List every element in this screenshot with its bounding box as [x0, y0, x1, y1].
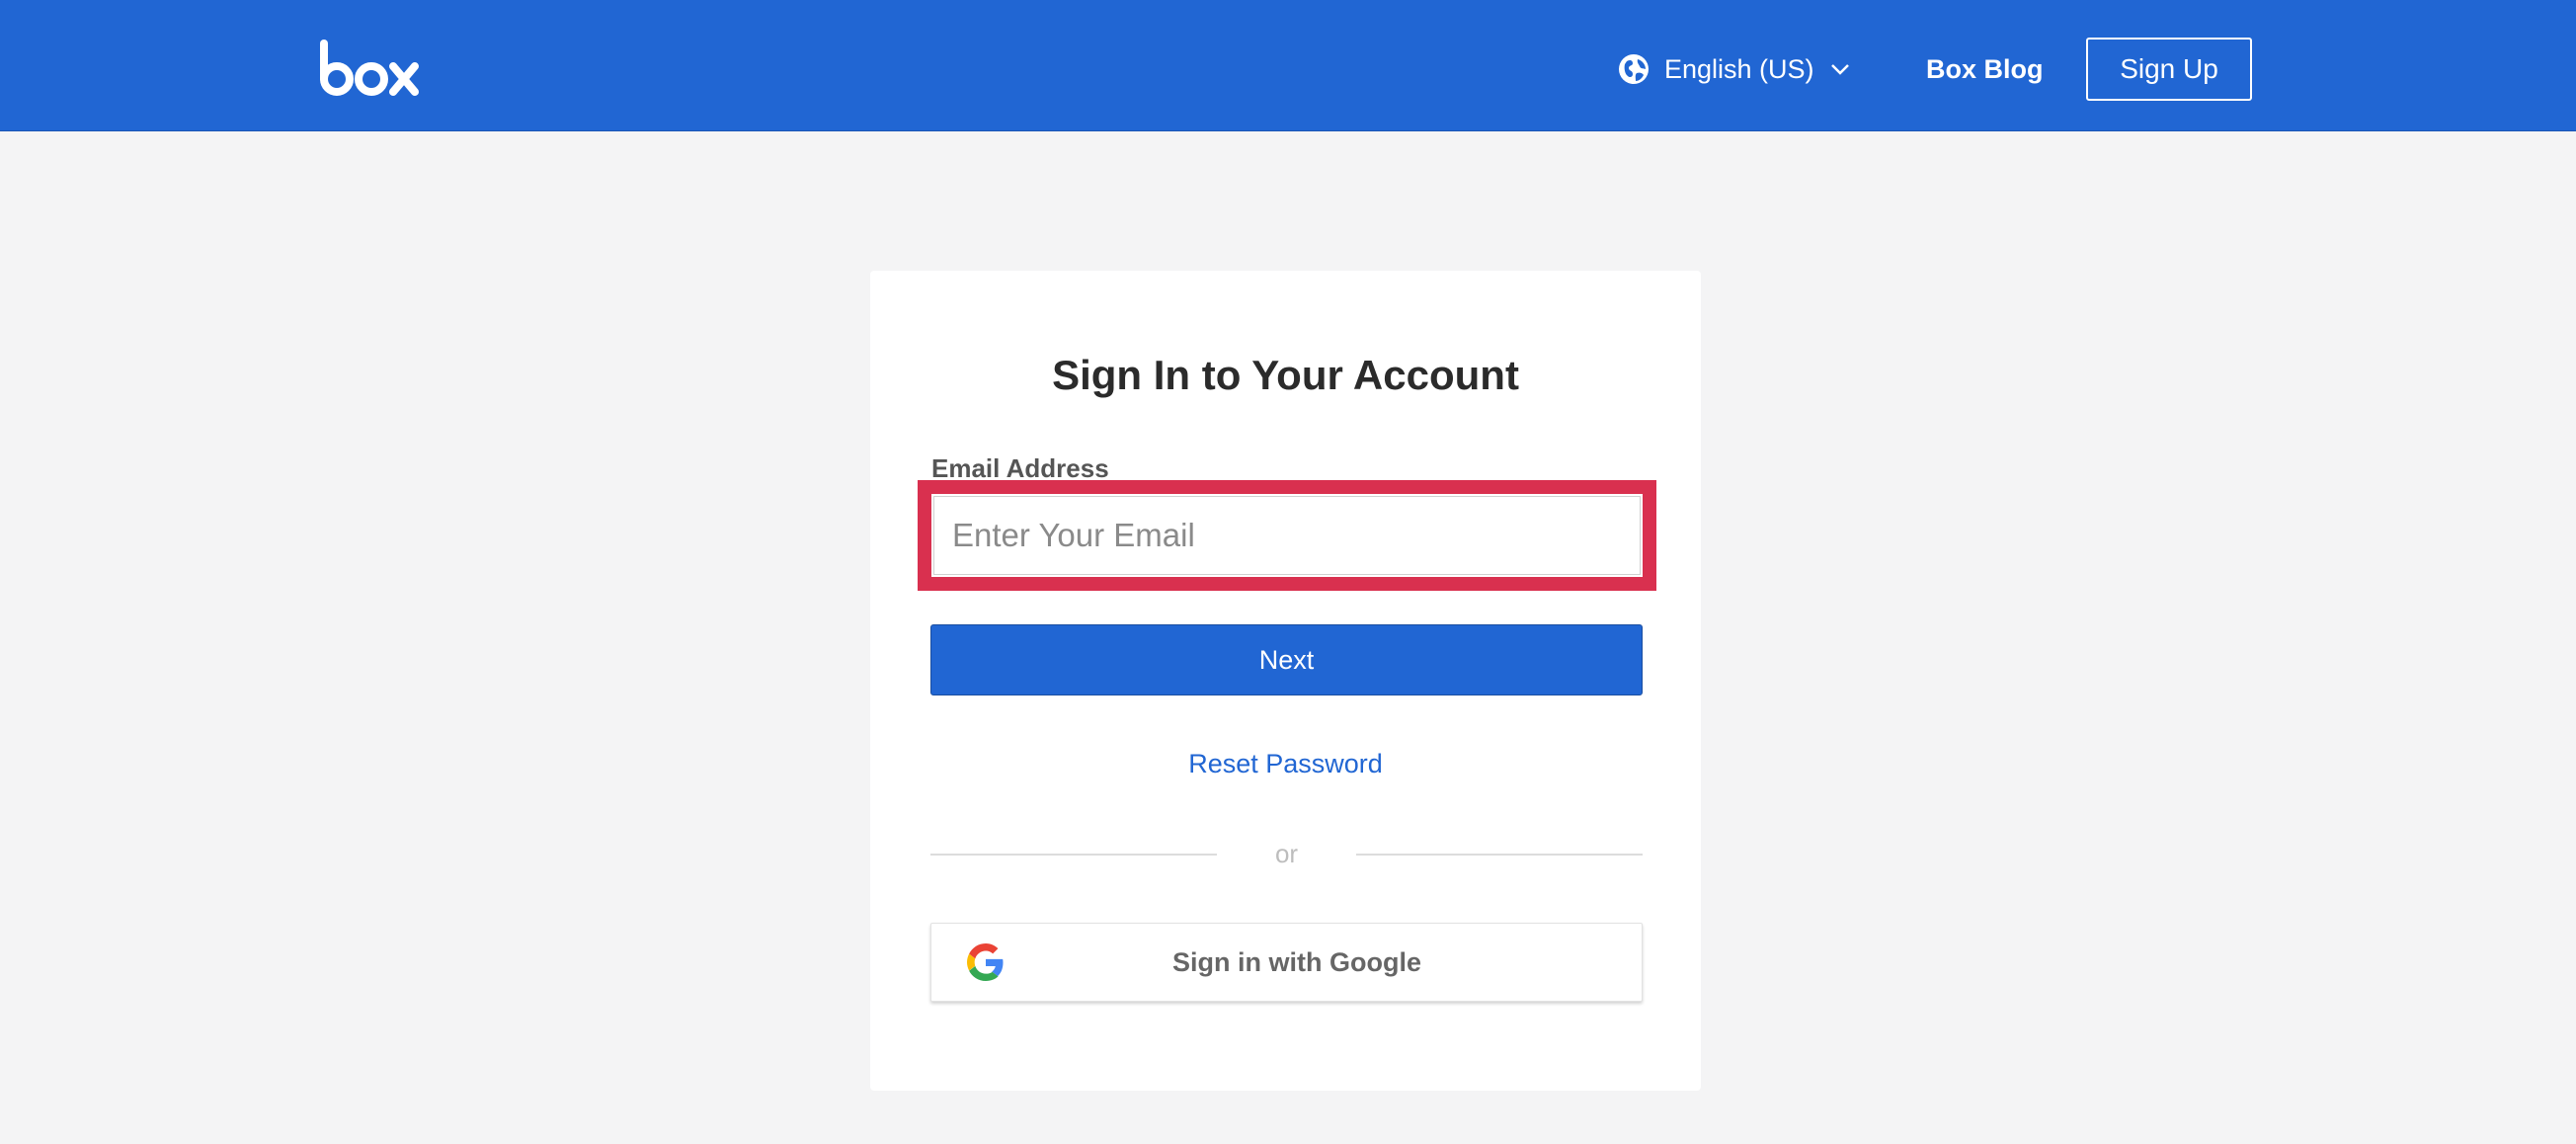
sign-up-button[interactable]: Sign Up [2086, 38, 2252, 101]
sign-in-card: Sign In to Your Account Email Address Ne… [870, 271, 1701, 1091]
page-title: Sign In to Your Account [1052, 352, 1519, 398]
language-label: English (US) [1664, 53, 1814, 84]
divider-left [930, 854, 1217, 856]
reset-password-link[interactable]: Reset Password [870, 749, 1701, 779]
box-logo[interactable] [318, 40, 421, 97]
chevron-down-icon [1830, 64, 1849, 75]
globe-icon [1619, 54, 1649, 84]
google-sign-in-label: Sign in with Google [1172, 947, 1421, 977]
email-input[interactable] [933, 496, 1641, 575]
or-separator: or [1274, 839, 1299, 868]
divider-right [1356, 854, 1643, 856]
top-header: English (US) Box Blog Sign Up [0, 0, 2576, 131]
next-button[interactable]: Next [930, 624, 1643, 695]
language-selector[interactable]: English (US) [1618, 49, 1850, 89]
google-sign-in-button[interactable]: Sign in with Google [930, 923, 1643, 1002]
box-blog-link[interactable]: Box Blog [1926, 49, 2044, 89]
